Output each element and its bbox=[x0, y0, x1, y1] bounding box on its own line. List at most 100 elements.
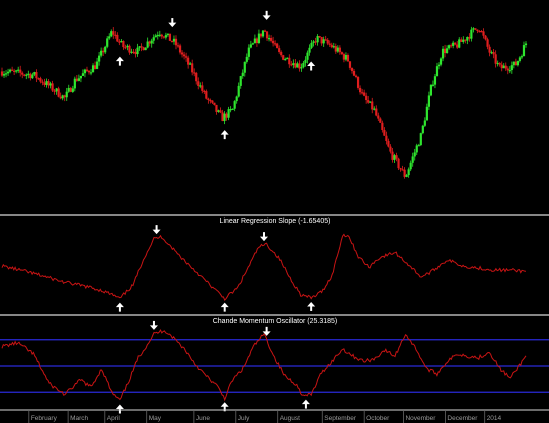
candle-body bbox=[484, 35, 487, 40]
candle-body bbox=[15, 70, 18, 72]
candle-body bbox=[4, 73, 8, 75]
candle-body bbox=[514, 61, 517, 66]
candle-body bbox=[310, 42, 313, 48]
candle-body bbox=[124, 47, 127, 49]
candle-body bbox=[472, 28, 475, 30]
candle-body bbox=[245, 56, 248, 62]
candle-body bbox=[259, 33, 263, 37]
candle-body bbox=[221, 112, 224, 122]
candle-body bbox=[316, 36, 319, 43]
candle-body bbox=[269, 38, 273, 41]
month-label: 2014 bbox=[487, 415, 502, 422]
candle-body bbox=[98, 55, 101, 62]
candle-body bbox=[11, 69, 14, 71]
candle-body bbox=[156, 34, 159, 37]
candle-body bbox=[180, 52, 184, 55]
candle-body bbox=[77, 78, 80, 81]
candle-body bbox=[207, 98, 210, 100]
candle-body bbox=[8, 69, 12, 72]
month-label: September bbox=[324, 415, 357, 422]
candle-body bbox=[73, 78, 76, 89]
candle-body bbox=[146, 41, 149, 48]
candle-body bbox=[340, 52, 343, 55]
candle-body bbox=[95, 61, 99, 69]
candle-body bbox=[407, 169, 410, 176]
month-label: August bbox=[280, 415, 300, 422]
candle-body bbox=[93, 65, 97, 69]
candle-body bbox=[130, 51, 133, 53]
month-label: December bbox=[447, 415, 478, 422]
candle-body bbox=[448, 45, 451, 49]
candlestick bbox=[168, 33, 172, 41]
candle-body bbox=[373, 108, 376, 110]
candle-body bbox=[215, 104, 218, 112]
candle-body bbox=[203, 90, 206, 93]
candle-body bbox=[100, 50, 103, 56]
candle-body bbox=[365, 95, 368, 101]
candle-body bbox=[176, 45, 180, 47]
candle-body bbox=[19, 69, 22, 73]
candle-body bbox=[148, 41, 151, 44]
candle-body bbox=[193, 72, 196, 74]
candle-body bbox=[282, 55, 285, 60]
candle-body bbox=[381, 122, 384, 130]
candle-body bbox=[423, 120, 426, 126]
candle-body bbox=[168, 33, 172, 41]
candle-body bbox=[116, 34, 119, 42]
candle-body bbox=[401, 169, 404, 171]
chart-background bbox=[0, 0, 549, 423]
candle-body bbox=[506, 68, 509, 71]
candle-body bbox=[314, 41, 317, 43]
candle-body bbox=[367, 100, 370, 103]
candle-body bbox=[65, 91, 68, 98]
candle-body bbox=[162, 36, 165, 38]
candle-body bbox=[361, 92, 364, 94]
candle-body bbox=[294, 63, 297, 68]
candle-body bbox=[421, 125, 424, 134]
candle-body bbox=[233, 101, 236, 109]
candle-body bbox=[37, 78, 40, 80]
month-label: April bbox=[107, 415, 121, 422]
candle-body bbox=[308, 47, 311, 53]
candle-body bbox=[328, 43, 331, 45]
candle-body bbox=[326, 39, 329, 44]
candle-body bbox=[79, 75, 83, 79]
candle-body bbox=[352, 70, 356, 76]
candle-body bbox=[138, 46, 141, 48]
candle-body bbox=[492, 52, 495, 55]
candlestick bbox=[429, 84, 433, 97]
candle-body bbox=[33, 72, 36, 75]
candle-body bbox=[219, 110, 222, 113]
candle-body bbox=[500, 64, 503, 69]
cmo-panel-title: Chande Momentum Oscillator (25.3185) bbox=[213, 318, 338, 325]
candle-body bbox=[41, 81, 44, 83]
candle-body bbox=[393, 155, 396, 160]
candlestick bbox=[421, 124, 424, 135]
candle-body bbox=[25, 74, 28, 76]
candle-body bbox=[272, 40, 275, 44]
candle-body bbox=[110, 31, 113, 37]
candle-body bbox=[302, 62, 305, 68]
candle-body bbox=[330, 44, 333, 48]
candle-body bbox=[59, 96, 62, 99]
candle-body bbox=[274, 43, 277, 45]
candle-body bbox=[290, 64, 293, 66]
candle-body bbox=[118, 41, 121, 43]
candle-body bbox=[87, 70, 91, 73]
candle-body bbox=[344, 55, 348, 60]
candle-body bbox=[61, 95, 64, 99]
candle-body bbox=[385, 135, 388, 141]
candlestick bbox=[276, 42, 279, 49]
candle-body bbox=[253, 38, 256, 44]
candlestick bbox=[144, 47, 147, 51]
candle-body bbox=[524, 43, 528, 46]
candle-body bbox=[243, 61, 246, 73]
candle-body bbox=[170, 40, 174, 43]
candle-body bbox=[298, 63, 301, 69]
candle-body bbox=[417, 145, 420, 147]
candle-body bbox=[69, 87, 72, 92]
candle-body bbox=[102, 50, 105, 53]
candle-body bbox=[29, 73, 32, 79]
candle-body bbox=[460, 39, 463, 42]
candle-body bbox=[6, 71, 10, 74]
